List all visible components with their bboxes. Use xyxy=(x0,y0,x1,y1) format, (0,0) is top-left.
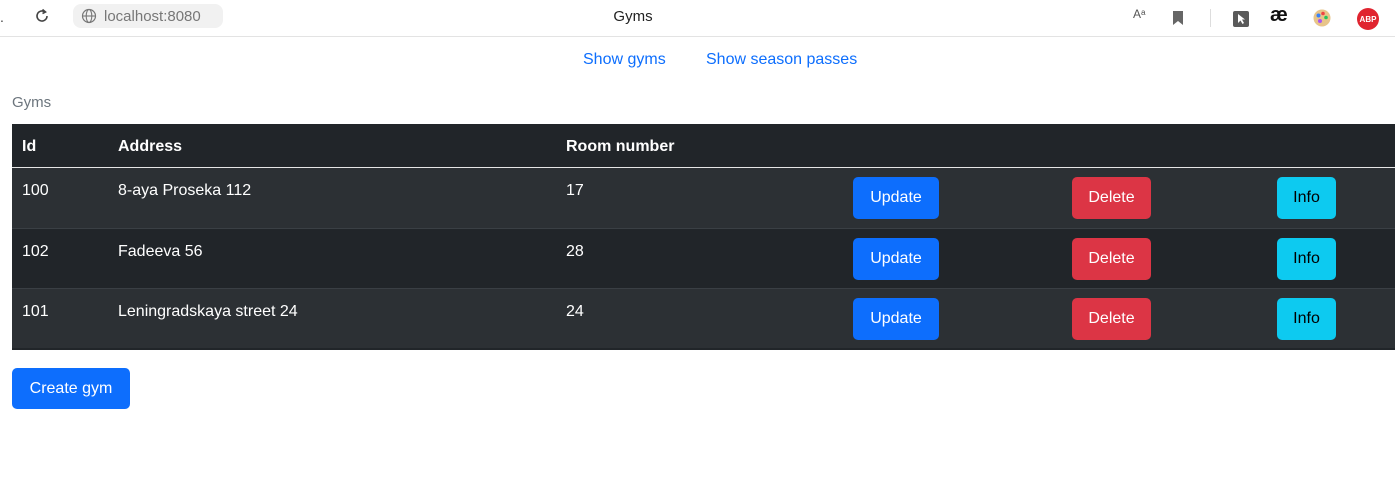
adblock-plus-icon[interactable]: ABP xyxy=(1357,8,1379,30)
cursor-extension-icon[interactable] xyxy=(1232,10,1250,28)
cell-address: Leningradskaya street 24 xyxy=(118,303,298,320)
header-address: Address xyxy=(118,138,183,155)
palette-extension-icon[interactable] xyxy=(1312,8,1332,28)
update-button[interactable]: Update xyxy=(853,177,939,219)
table-row: 102 Fadeeva 56 28 Update Delete Info xyxy=(12,228,1395,288)
update-button[interactable]: Update xyxy=(853,298,939,340)
update-button[interactable]: Update xyxy=(853,238,939,280)
delete-button[interactable]: Delete xyxy=(1072,177,1151,219)
table-row: 101 Leningradskaya street 24 24 Update D… xyxy=(12,288,1395,348)
header-room-number: Room number xyxy=(566,138,675,155)
toolbar-divider xyxy=(1210,9,1211,27)
nav-link-show-gyms[interactable]: Show gyms xyxy=(583,51,666,69)
cell-room-number: 28 xyxy=(566,243,584,260)
cell-room-number: 17 xyxy=(566,182,584,199)
info-button[interactable]: Info xyxy=(1277,238,1336,280)
delete-button[interactable]: Delete xyxy=(1072,298,1151,340)
nav-link-show-season-passes[interactable]: Show season passes xyxy=(706,51,857,69)
cell-id: 102 xyxy=(22,243,49,260)
info-button[interactable]: Info xyxy=(1277,177,1336,219)
cell-id: 100 xyxy=(22,182,49,199)
delete-button[interactable]: Delete xyxy=(1072,238,1151,280)
browser-toolbar: . localhost:8080 Gyms Aᵃ æ ABP xyxy=(0,0,1395,37)
table-caption: Gyms xyxy=(12,94,52,111)
page-title: Gyms xyxy=(613,8,653,25)
table-row: 100 8-aya Proseka 112 17 Update Delete I… xyxy=(12,168,1395,228)
read-aloud-icon[interactable]: Aᵃ xyxy=(1133,7,1145,21)
cell-address: 8-aya Proseka 112 xyxy=(118,182,252,199)
info-button[interactable]: Info xyxy=(1277,298,1336,340)
cell-room-number: 24 xyxy=(566,303,584,320)
table-header: Id Address Room number xyxy=(12,124,1395,168)
header-id: Id xyxy=(22,138,37,155)
cell-id: 101 xyxy=(22,303,49,320)
bookmark-icon[interactable] xyxy=(1172,10,1184,26)
gyms-table: Id Address Room number 100 8-aya Proseka… xyxy=(12,124,1395,350)
ae-extension-icon[interactable]: æ xyxy=(1270,4,1288,27)
cell-address: Fadeeva 56 xyxy=(118,243,203,260)
create-gym-button[interactable]: Create gym xyxy=(12,368,130,409)
